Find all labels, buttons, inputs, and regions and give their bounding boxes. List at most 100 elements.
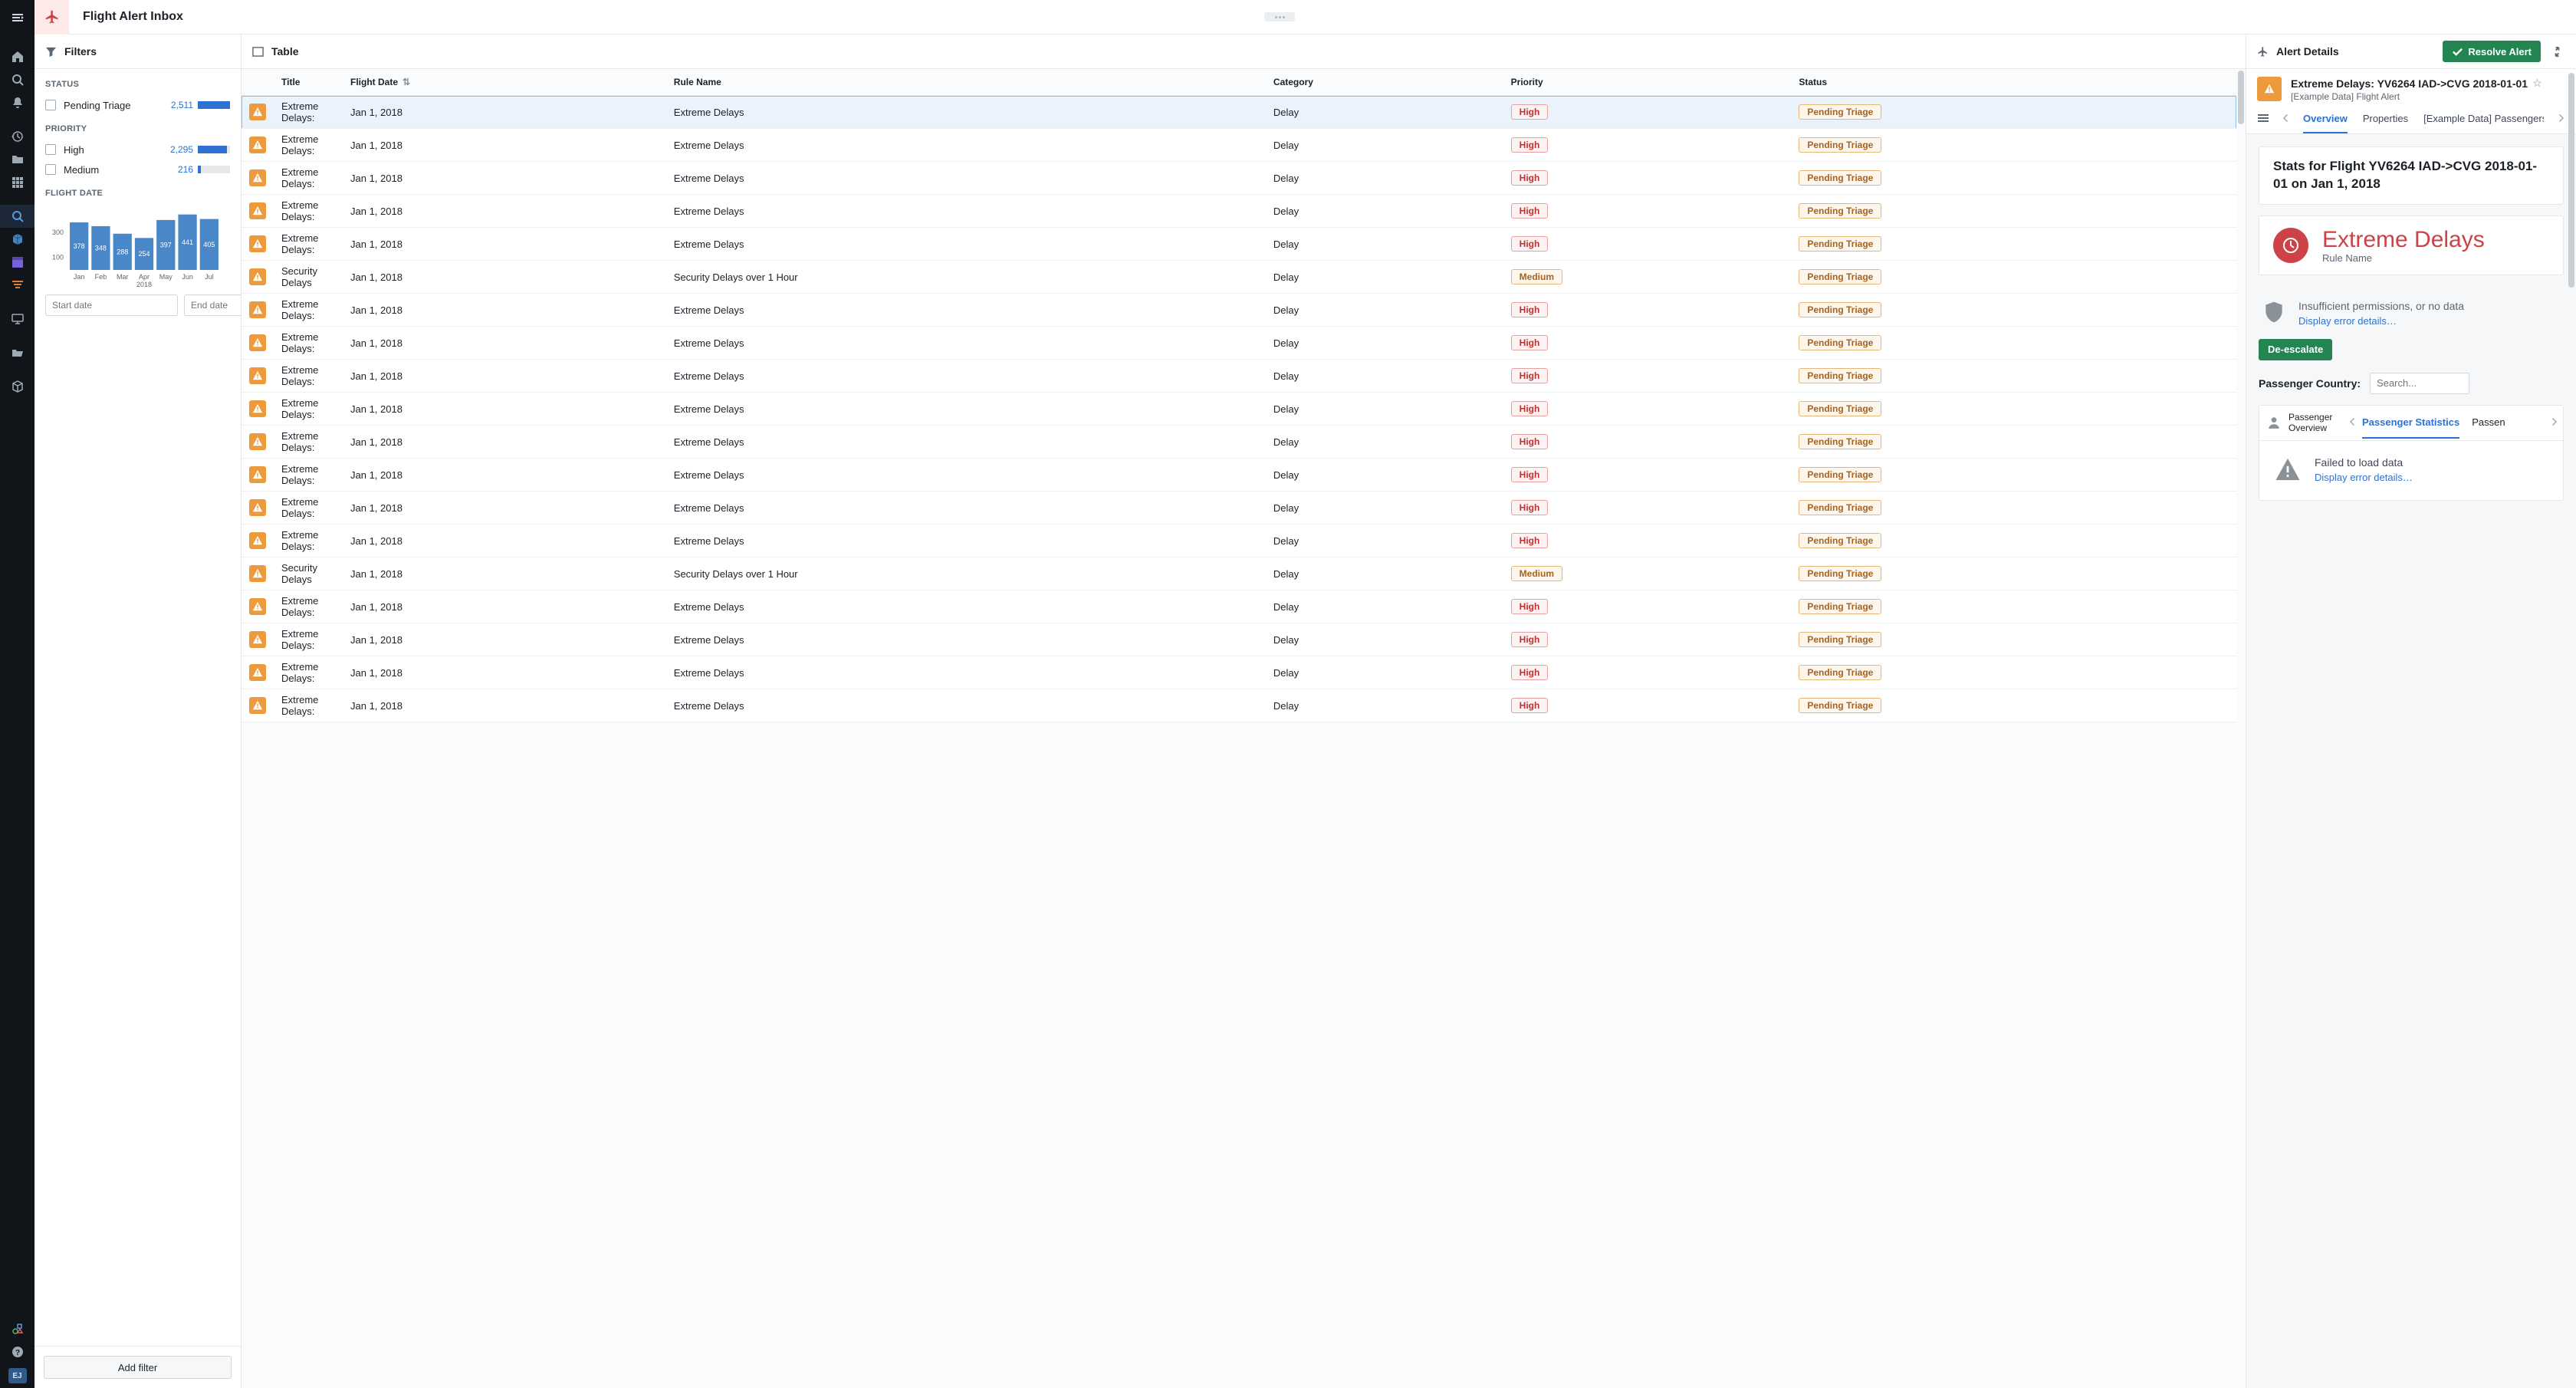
alert-row-icon [249,136,266,153]
filter-row[interactable]: High 2,295 [45,140,230,160]
cell-status: Pending Triage [1791,459,2213,492]
permissions-error-link[interactable]: Display error details… [2298,315,2464,327]
cell-date: Jan 1, 2018 [343,327,666,360]
start-date-input[interactable] [45,294,178,316]
svg-text:Jul: Jul [205,273,214,281]
apps-grid-icon[interactable] [0,171,34,194]
sort-icon[interactable]: ⇅ [402,77,410,87]
checkbox[interactable] [45,144,56,155]
help-icon[interactable]: ? [0,1340,34,1363]
home-icon[interactable] [0,45,34,68]
subtabs-prev-icon[interactable] [2344,417,2362,429]
tabs-menu-icon[interactable] [2257,112,2269,127]
cell-category: Delay [1266,525,1503,558]
package-icon[interactable] [0,375,34,398]
add-filter-button[interactable]: Add filter [44,1356,232,1379]
folder-icon[interactable] [0,148,34,171]
table-row[interactable]: Extreme Delays: Jan 1, 2018 Extreme Dela… [242,426,2236,459]
subtabs-next-icon[interactable] [2545,417,2563,429]
cell-date: Jan 1, 2018 [343,590,666,623]
table-scrollbar[interactable] [2238,71,2244,124]
table-header: Table [242,35,2246,69]
column-header[interactable]: Status [1791,69,2213,96]
table-row[interactable]: Extreme Delays: Jan 1, 2018 Extreme Dela… [242,590,2236,623]
alert-row-icon [249,565,266,582]
details-tab[interactable]: Properties [2363,105,2408,133]
shapes-icon[interactable] [0,1317,34,1340]
user-avatar[interactable]: EJ [8,1368,27,1383]
table-row[interactable]: Extreme Delays: Jan 1, 2018 Extreme Dela… [242,393,2236,426]
table-row[interactable]: Extreme Delays: Jan 1, 2018 Extreme Dela… [242,525,2236,558]
table-row[interactable]: Extreme Delays: Jan 1, 2018 Extreme Dela… [242,459,2236,492]
cell-priority: High [1503,294,1792,327]
deescalate-button[interactable]: De-escalate [2259,339,2332,360]
table-row[interactable]: Security Delays Jan 1, 2018 Security Del… [242,261,2236,294]
cell-category: Delay [1266,162,1503,195]
search-icon[interactable] [0,68,34,91]
cell-rule: Extreme Delays [666,360,1266,393]
cell-status: Pending Triage [1791,294,2213,327]
filter-row[interactable]: Medium 216 [45,160,230,179]
alert-row-icon [249,334,266,351]
cell-status: Pending Triage [1791,228,2213,261]
table-row[interactable]: Extreme Delays: Jan 1, 2018 Extreme Dela… [242,228,2236,261]
folder-open-icon[interactable] [0,341,34,364]
load-fail-link[interactable]: Display error details… [2315,472,2413,483]
tabs-next-icon[interactable] [2556,113,2565,125]
cell-priority: High [1503,590,1792,623]
details-tab[interactable]: [Example Data] Passengers [2423,105,2544,133]
notifications-icon[interactable] [0,91,34,114]
cube-icon[interactable] [0,228,34,251]
cell-status: Pending Triage [1791,492,2213,525]
tabs-prev-icon[interactable] [2282,113,2291,125]
column-header[interactable]: Title [274,69,343,96]
table-row[interactable]: Security Delays Jan 1, 2018 Security Del… [242,558,2236,590]
layout-icon[interactable] [0,251,34,274]
flight-date-chart[interactable]: 100300378Jan348Feb288Mar254Apr397May441J… [45,204,230,288]
table-row[interactable]: Extreme Delays: Jan 1, 2018 Extreme Dela… [242,689,2236,722]
table-row[interactable]: Extreme Delays: Jan 1, 2018 Extreme Dela… [242,129,2236,162]
details-tab[interactable]: Overview [2303,105,2348,133]
collapse-panel-icon[interactable] [2548,43,2565,60]
column-header[interactable]: Category [1266,69,1503,96]
passenger-country-search-input[interactable] [2370,373,2469,394]
details-scrollbar[interactable] [2568,73,2574,288]
end-date-input[interactable] [184,294,241,316]
table-row[interactable]: Extreme Delays: Jan 1, 2018 Extreme Dela… [242,360,2236,393]
collapse-sidebar-icon[interactable] [0,0,34,35]
table-row[interactable]: Extreme Delays: Jan 1, 2018 Extreme Dela… [242,96,2236,129]
cell-priority: High [1503,129,1792,162]
alert-row-icon [249,301,266,318]
table-row[interactable]: Extreme Delays: Jan 1, 2018 Extreme Dela… [242,656,2236,689]
checkbox[interactable] [45,164,56,175]
flightdate-section-label: FLIGHT DATE [45,189,230,198]
table-row[interactable]: Extreme Delays: Jan 1, 2018 Extreme Dela… [242,162,2236,195]
table-row[interactable]: Extreme Delays: Jan 1, 2018 Extreme Dela… [242,623,2236,656]
table-row[interactable]: Extreme Delays: Jan 1, 2018 Extreme Dela… [242,492,2236,525]
cell-rule: Extreme Delays [666,459,1266,492]
column-header[interactable]: Rule Name [666,69,1266,96]
cell-date: Jan 1, 2018 [343,558,666,590]
passenger-sub-tab[interactable]: Passenger Statistics [2362,407,2459,439]
column-header[interactable]: Flight Date⇅ [343,69,666,96]
status-section-label: STATUS [45,80,230,89]
checkbox[interactable] [45,100,56,110]
history-icon[interactable] [0,125,34,148]
table-row[interactable]: Extreme Delays: Jan 1, 2018 Extreme Dela… [242,294,2236,327]
table-row[interactable]: Extreme Delays: Jan 1, 2018 Extreme Dela… [242,327,2236,360]
alert-row-icon [249,268,266,285]
filter-stack-icon[interactable] [0,274,34,297]
passenger-sub-tab[interactable]: Passen [2472,407,2505,439]
table-row[interactable]: Extreme Delays: Jan 1, 2018 Extreme Dela… [242,195,2236,228]
drag-handle-icon[interactable] [1264,12,1295,21]
svg-text:Jun: Jun [182,273,193,281]
resolve-alert-button[interactable]: Resolve Alert [2443,41,2541,62]
column-header[interactable]: Priority [1503,69,1792,96]
favorite-star-icon[interactable]: ☆ [2532,77,2542,90]
cell-category: Delay [1266,261,1503,294]
cell-date: Jan 1, 2018 [343,195,666,228]
monitor-icon[interactable] [0,308,34,331]
rail-search-active-icon[interactable] [0,205,34,228]
filter-count: 2,511 [164,100,193,110]
filter-row[interactable]: Pending Triage 2,511 [45,95,230,115]
